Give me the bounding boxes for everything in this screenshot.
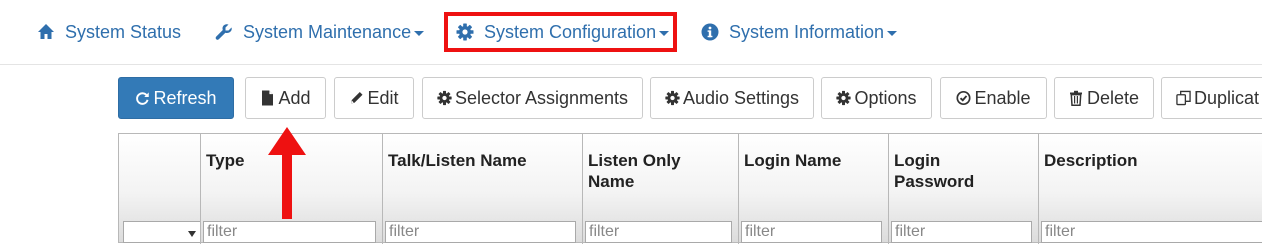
nav-system-status-label: System Status (65, 21, 182, 42)
info-circle-icon (701, 23, 719, 41)
audio-settings-button[interactable]: Audio Settings (650, 77, 814, 119)
chevron-down-icon (887, 30, 898, 36)
file-icon (260, 90, 275, 106)
home-icon (37, 23, 55, 41)
selector-assignments-button[interactable]: Selector Assignments (422, 77, 643, 119)
grid-column-login-password: Login Password filter (889, 134, 1039, 244)
edit-button[interactable]: Edit (334, 77, 414, 119)
pencil-icon (349, 90, 364, 106)
edit-button-label: Edit (367, 87, 399, 108)
column-header-talk-listen-name[interactable]: Talk/Listen Name (388, 150, 527, 171)
add-button-label: Add (278, 87, 311, 108)
delete-button-label: Delete (1086, 87, 1140, 108)
chevron-down-icon (414, 30, 425, 36)
copy-icon (1176, 90, 1191, 106)
column-header-login-password[interactable]: Login Password (894, 150, 994, 192)
grid-column-talk-listen-name: Talk/Listen Name filter (383, 134, 583, 244)
nav-system-status[interactable]: System Status (37, 17, 181, 47)
grid-column-select (119, 134, 201, 244)
nav-system-maintenance-label: System Maintenance (243, 21, 412, 42)
nav-system-maintenance[interactable]: System Maintenance (215, 17, 425, 47)
options-button[interactable]: Options (821, 77, 932, 119)
highlight-annotation-box (444, 12, 677, 52)
check-circle-icon (956, 90, 971, 106)
grid-column-login-name: Login Name filter (739, 134, 889, 244)
refresh-button-label: Refresh (153, 87, 217, 108)
audio-settings-button-label: Audio Settings (682, 87, 800, 108)
column-header-login-name[interactable]: Login Name (744, 150, 841, 171)
enable-button[interactable]: Enable (940, 77, 1047, 119)
duplicate-button[interactable]: Duplicat (1161, 77, 1262, 119)
grid-column-description: Description filter (1039, 134, 1262, 244)
refresh-button[interactable]: Refresh (118, 77, 234, 119)
column-header-type[interactable]: Type (206, 150, 244, 171)
add-button[interactable]: Add (245, 77, 326, 119)
enable-button-label: Enable (974, 87, 1031, 108)
gear-icon (665, 90, 680, 106)
gear-icon (836, 90, 852, 106)
refresh-icon (135, 90, 150, 106)
delete-button[interactable]: Delete (1054, 77, 1154, 119)
gear-icon (437, 90, 452, 106)
wrench-icon (215, 23, 233, 41)
column-header-listen-only-name[interactable]: Listen Only Name (588, 150, 708, 192)
grid-column-listen-only-name: Listen Only Name filter (583, 134, 739, 244)
top-navbar: System Status System Maintenance System … (0, 0, 1262, 65)
arrow-up-annotation-icon (268, 127, 306, 219)
options-button-label: Options (854, 87, 917, 108)
nav-system-information-label: System Information (729, 21, 885, 42)
column-header-description[interactable]: Description (1044, 150, 1138, 171)
duplicate-button-label: Duplicat (1194, 87, 1260, 108)
trash-icon (1069, 90, 1084, 106)
nav-system-information[interactable]: System Information (701, 17, 898, 47)
selector-assignments-button-label: Selector Assignments (454, 87, 629, 108)
